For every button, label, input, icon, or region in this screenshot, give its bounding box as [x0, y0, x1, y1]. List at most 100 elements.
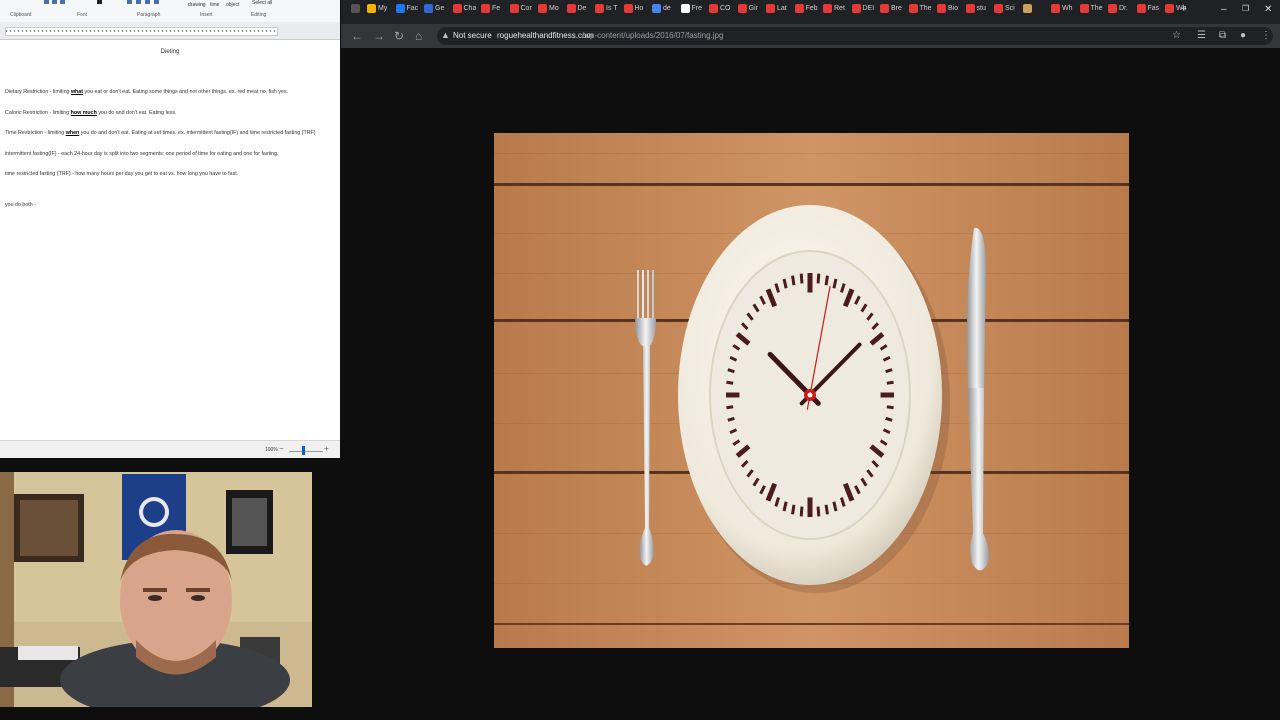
- browser-tab[interactable]: Cha: [452, 4, 476, 20]
- reading-list-icon[interactable]: ☰: [1197, 30, 1206, 41]
- back-icon[interactable]: ←: [351, 29, 363, 43]
- tab-favicon-icon: [367, 4, 376, 13]
- browser-tab[interactable]: Feb: [794, 4, 818, 20]
- url-path: /wp-content/uploads/2016/07/fasting.jpg: [582, 31, 724, 40]
- tab-label: Feb: [805, 5, 818, 12]
- browser-tab[interactable]: Fac: [395, 4, 418, 20]
- browser-tab[interactable]: Fe: [481, 4, 500, 20]
- ruler-tick: [226, 30, 227, 32]
- ruler-tick: [210, 30, 211, 32]
- ribbon: drawing time object Select all Clipboard…: [0, 0, 340, 23]
- align-center-icon[interactable]: [136, 0, 141, 4]
- minimize-icon[interactable]: –: [1221, 4, 1227, 15]
- browser-tab[interactable]: Sci: [994, 4, 1015, 20]
- tab-search-icon[interactable]: [351, 4, 362, 20]
- ribbon-group-clipboard: Clipboard: [10, 12, 32, 18]
- menu-icon[interactable]: ⋮: [1261, 30, 1271, 41]
- zoom-out-icon[interactable]: −: [279, 445, 284, 453]
- tab-favicon-icon: [1136, 4, 1146, 13]
- ruler-tick: [170, 30, 171, 32]
- tab-favicon-icon: [709, 4, 718, 13]
- insert-object-button[interactable]: object: [226, 2, 239, 8]
- bold-icon[interactable]: [44, 0, 49, 4]
- new-tab-button[interactable]: +: [1181, 4, 1187, 15]
- star-icon[interactable]: ☆: [1172, 30, 1181, 41]
- ruler-tick: [90, 30, 91, 32]
- security-label[interactable]: Not secure: [453, 31, 492, 40]
- browser-tab[interactable]: Wh: [1051, 4, 1073, 20]
- ruler-tick: [206, 30, 207, 32]
- browser-tab[interactable]: DEI: [851, 4, 875, 20]
- document-area[interactable]: Dieting Dietary Restriction - limiting w…: [0, 40, 340, 440]
- browser-tab[interactable]: CO: [709, 4, 731, 20]
- zoom-slider-track[interactable]: [289, 451, 323, 452]
- select-all-button[interactable]: Select all: [252, 0, 272, 6]
- browser-tab[interactable]: Ge: [424, 4, 444, 20]
- ribbon-group-editing: Editing: [251, 12, 267, 18]
- reload-icon[interactable]: ↻: [394, 29, 404, 43]
- webcam-feed: [0, 472, 312, 707]
- tab-label: Fre: [691, 5, 703, 12]
- ruler-tick: [34, 30, 35, 32]
- browser-tab[interactable]: Fas: [1136, 4, 1159, 20]
- close-window-icon[interactable]: ✕: [1264, 4, 1272, 15]
- tab-label: DEI: [862, 5, 875, 12]
- clock-center-dot: [807, 392, 813, 398]
- tab-label: CO: [720, 5, 731, 12]
- ruler-tick: [222, 30, 223, 32]
- browser-tab[interactable]: The: [908, 4, 932, 20]
- tab-favicon-icon: [1022, 4, 1032, 13]
- browser-tab[interactable]: Bio: [937, 4, 958, 20]
- collections-icon[interactable]: ⧉: [1219, 30, 1226, 41]
- profile-avatar[interactable]: ●: [1240, 30, 1246, 41]
- ruler-tick: [186, 30, 187, 32]
- tab-label: Sci: [1005, 5, 1015, 12]
- browser-tab[interactable]: Ho: [623, 4, 643, 20]
- browser-tab[interactable]: Is T: [595, 4, 618, 20]
- clock-tick: [886, 380, 894, 385]
- browser-tab[interactable]: The: [1079, 4, 1103, 20]
- address-bar[interactable]: ▲ Not secure roguehealthandfitness.com /…: [437, 27, 1273, 45]
- clock-tick: [886, 405, 894, 410]
- datetime-button[interactable]: time: [210, 2, 219, 8]
- ruler-tick: [178, 30, 179, 32]
- ruler-tick: [78, 30, 79, 32]
- clock-tick: [885, 368, 893, 374]
- browser-tab[interactable]: Cor: [509, 4, 532, 20]
- maximize-icon[interactable]: ❐: [1242, 4, 1249, 13]
- browser-tab[interactable]: De: [566, 4, 586, 20]
- zoom-slider-thumb[interactable]: [302, 446, 305, 455]
- forward-icon[interactable]: →: [373, 29, 385, 43]
- document-title: Dieting: [160, 49, 180, 55]
- ribbon-group-font: Font: [77, 12, 88, 18]
- tab-label: Fe: [492, 5, 501, 12]
- browser-tab[interactable]: Fre: [680, 4, 703, 20]
- drawing-button[interactable]: drawing: [188, 2, 206, 8]
- align-left-icon[interactable]: [127, 0, 132, 4]
- browser-tab[interactable]: Gir: [737, 4, 758, 20]
- home-icon[interactable]: ⌂: [415, 29, 422, 43]
- align-right-icon[interactable]: [145, 0, 150, 4]
- browser-tab[interactable]: de: [652, 4, 671, 20]
- underline-icon[interactable]: [60, 0, 65, 4]
- browser-tab[interactable]: Bre: [880, 4, 902, 20]
- browser-tab[interactable]: Dr.: [1108, 4, 1128, 20]
- tab-label: Cor: [520, 5, 532, 12]
- browser-tab[interactable]: [1022, 4, 1034, 20]
- document-line: intermittent fasting(IF) - each 24-hour …: [5, 151, 279, 157]
- font-color-icon[interactable]: [97, 0, 102, 4]
- browser-tab[interactable]: stu: [965, 4, 986, 20]
- zoom-in-icon[interactable]: +: [324, 445, 329, 453]
- tab-label: My: [378, 5, 388, 12]
- browser-tab[interactable]: My: [367, 4, 387, 20]
- ruler-tick: [66, 30, 67, 32]
- italic-icon[interactable]: [52, 0, 57, 4]
- browser-tab[interactable]: Mo: [538, 4, 559, 20]
- warning-icon[interactable]: ▲: [441, 30, 450, 40]
- zoom-level: 100%: [265, 447, 278, 453]
- ruler[interactable]: [0, 22, 340, 40]
- browser-tab[interactable]: Ret: [823, 4, 845, 20]
- clock-tick: [799, 273, 804, 284]
- justify-icon[interactable]: [154, 0, 159, 4]
- browser-tab[interactable]: Lat: [766, 4, 787, 20]
